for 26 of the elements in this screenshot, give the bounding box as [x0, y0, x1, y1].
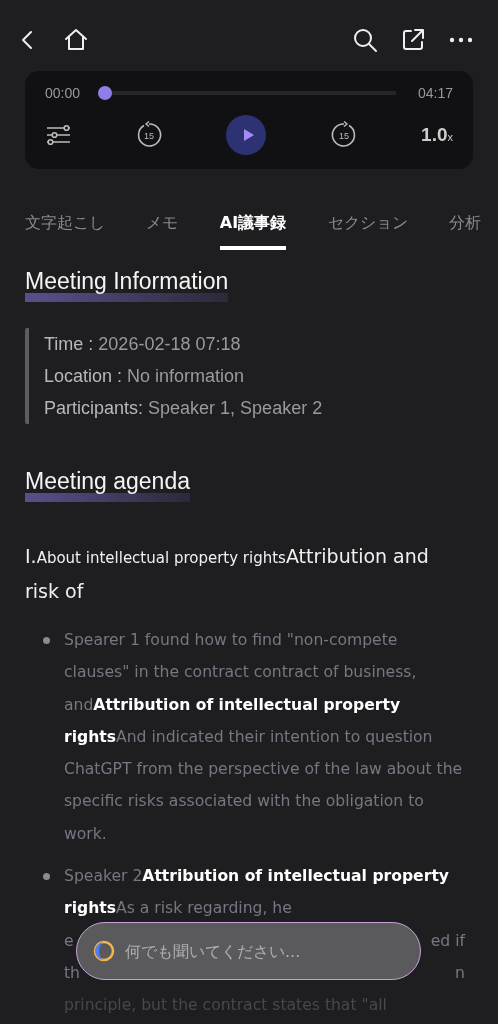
bullet-text: Spearer 1 found how to find "non-compete clauses" in the contract contract of business, andAttribution of intellectual property rightsAnd indicated their intention to question ChatGPT from the perspective of the law about the specific risks associated with the obligation to work.	[64, 630, 464, 845]
text-fragment: e	[64, 930, 74, 952]
text-fragment: n	[455, 962, 465, 984]
assistant-logo-icon	[93, 940, 115, 962]
bullet-dot	[43, 873, 50, 881]
play-button[interactable]	[226, 115, 267, 155]
tab[interactable]: セクション	[327, 213, 408, 250]
current-time: 00:00	[45, 85, 81, 101]
agenda-item-title: I.About intellectual property rightsAttribution and risk of	[25, 544, 430, 604]
tab[interactable]: メモ	[146, 213, 179, 250]
tab[interactable]: AI議事録	[219, 213, 287, 250]
text-fragment: ed if	[430, 930, 465, 952]
tab[interactable]: 文字起こし	[25, 213, 105, 250]
share-icon[interactable]	[400, 27, 426, 53]
info-line: Time : 2026-02-18 07:18	[44, 333, 242, 356]
total-time: 04:17	[417, 85, 453, 101]
search-icon[interactable]	[352, 27, 378, 53]
section-heading: Meeting Information	[25, 267, 229, 296]
bullet-dot	[43, 637, 50, 644]
settings-sliders-icon[interactable]	[45, 122, 71, 148]
speed-button[interactable]: 1.0x	[421, 124, 453, 146]
ask-field[interactable]: 何でも聞いてください...	[123, 940, 404, 962]
info-line: Location : No information	[44, 365, 246, 388]
info-line: Participants: Speaker 1, Speaker 2	[44, 397, 324, 420]
section-heading: Meeting agenda	[25, 467, 190, 496]
tab[interactable]: 分析	[448, 213, 481, 250]
